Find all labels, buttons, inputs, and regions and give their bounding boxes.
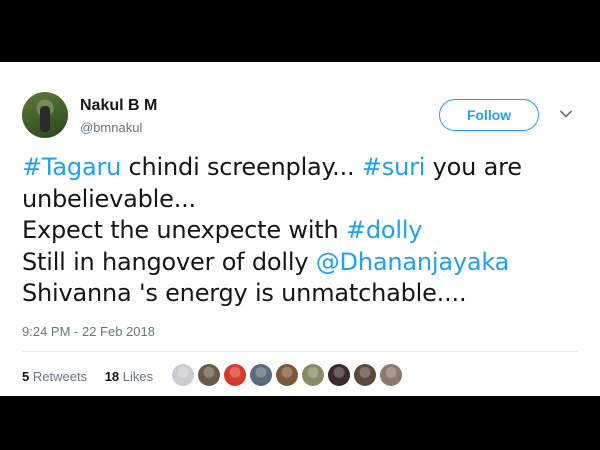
user-handle[interactable]: @bmnakul [80,120,142,135]
liker-avatars [172,364,402,386]
tweet-text-segment: Still in hangover of dolly [22,247,316,276]
user-display-name[interactable]: Nakul B M [80,97,157,115]
tweet-stats: 5 Retweets 18 Likes [22,369,167,384]
hashtag-link[interactable]: #suri [362,153,426,181]
tweet-text-segment: Expect the unexpecte with [22,216,346,244]
tweet-line: Shivanna 's energy is unmatchable.... [22,278,582,310]
tweet-text-segment: Shivanna 's energy is unmatchable.... [22,279,467,307]
tweet-text-segment: unbelievable... [22,184,196,213]
liker-avatar[interactable] [198,364,220,386]
tweet-line: Still in hangover of dolly @Dhananjayaka [22,247,582,279]
retweets-stat[interactable]: 5 Retweets [22,369,87,384]
likes-label: Likes [122,369,154,384]
liker-avatar[interactable] [380,364,402,386]
user-avatar[interactable] [22,92,68,138]
liker-avatar[interactable] [276,364,298,386]
liker-avatar[interactable] [328,364,350,386]
tweet-line: #Tagaru chindi screenplay... #suri you a… [22,152,582,184]
tweet-timestamp[interactable]: 9:24 PM - 22 Feb 2018 [22,324,155,339]
tweet-text-segment: chindi screenplay... [121,153,362,181]
hashtag-link[interactable]: #Tagaru [22,153,121,181]
divider [22,351,578,352]
retweets-count: 5 [22,369,30,384]
retweets-label: Retweets [32,369,88,384]
likes-stat[interactable]: 18 Likes [105,369,153,384]
liker-avatar[interactable] [302,364,324,386]
tweet-text: #Tagaru chindi screenplay... #suri you a… [22,152,582,310]
liker-avatar[interactable] [172,364,194,386]
liker-avatar[interactable] [250,364,272,386]
liker-avatar[interactable] [224,364,246,386]
follow-button[interactable]: Follow [439,99,539,131]
tweet-line: Expect the unexpecte with #dolly [22,215,582,247]
chevron-down-icon[interactable] [558,106,574,122]
liker-avatar[interactable] [354,364,376,386]
tweet-text-segment: you are [425,153,522,181]
mention-link[interactable]: @Dhananjayaka [316,248,510,276]
tweet-line: unbelievable... [22,184,582,216]
likes-count: 18 [104,369,120,384]
tweet-card: Nakul B M @bmnakul Follow #Tagaru chindi… [0,62,600,396]
hashtag-link[interactable]: #dolly [346,216,423,244]
